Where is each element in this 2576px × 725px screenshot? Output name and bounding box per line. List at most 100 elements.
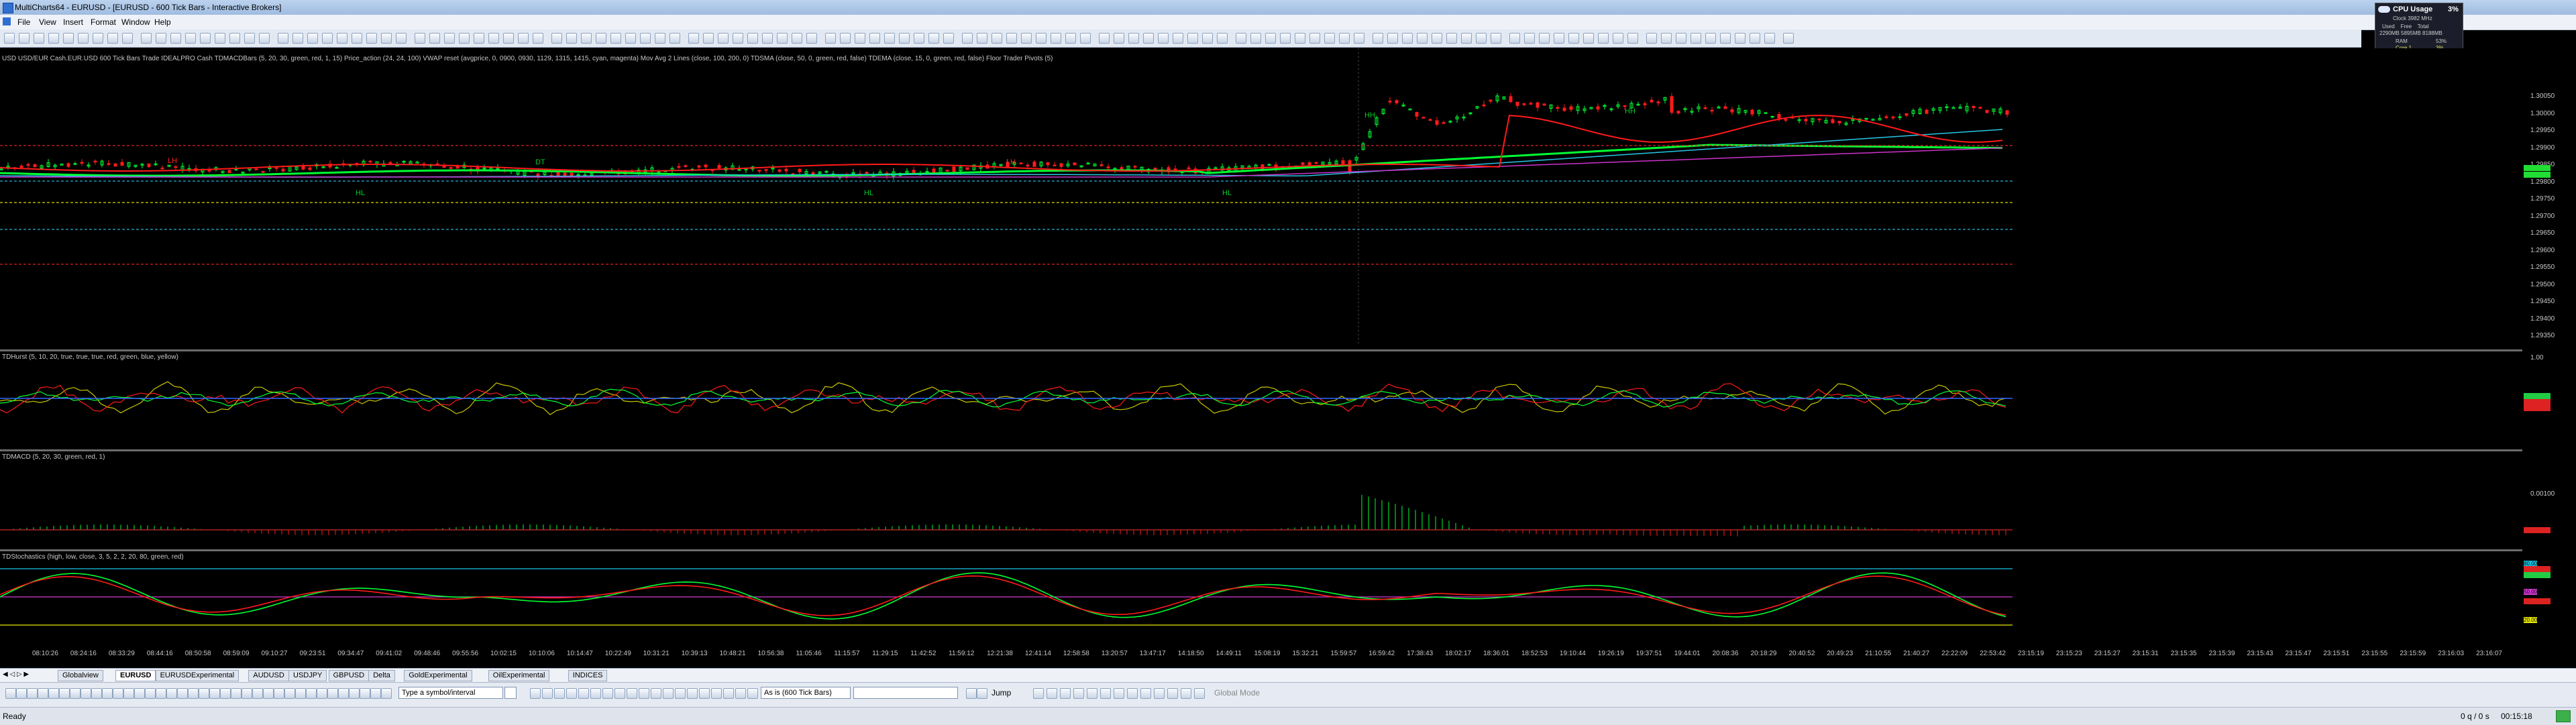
drawing-tool-button[interactable] [5,688,16,699]
drawing-tool-button[interactable] [295,688,306,699]
toolbar-button[interactable] [943,33,954,44]
drawing-tool-button[interactable] [241,688,252,699]
price-axis[interactable]: 1.300501.300001.299501.299001.298501.298… [2522,48,2576,350]
drawing-tool-button[interactable] [590,688,601,699]
toolbar-button[interactable] [581,33,592,44]
drawing-tool-button[interactable] [156,688,166,699]
drawing-tool-button[interactable] [102,688,113,699]
panel-divider[interactable] [0,449,2522,451]
toolbar-button[interactable] [1446,33,1457,44]
drawing-tool-button[interactable] [284,688,295,699]
drawing-tool-button[interactable] [306,688,317,699]
toolbar-button[interactable] [1236,33,1246,44]
drawing-tool-button[interactable] [349,688,360,699]
drawing-tool-button[interactable] [209,688,220,699]
toolbar-button[interactable] [655,33,665,44]
workspace-tab[interactable]: OilExperimental [488,670,550,681]
tdmacd-axis[interactable]: 0.00100 [2522,451,2576,549]
toolbar-button[interactable] [1158,33,1169,44]
toolbar-button[interactable] [688,33,699,44]
drawing-tool-button[interactable] [687,688,698,699]
drawing-tool-button[interactable] [327,688,338,699]
drawing-tool-button[interactable] [578,688,589,699]
toolbar-button[interactable] [1021,33,1032,44]
toolbar-button[interactable] [669,33,680,44]
toolbar-button[interactable] [93,33,103,44]
drawing-tool-button[interactable] [166,688,177,699]
drawing-tool-button[interactable] [1060,688,1071,699]
toolbar-button[interactable] [63,33,74,44]
toolbar-button[interactable] [1676,33,1686,44]
toolbar-button[interactable] [840,33,851,44]
drawing-tool-button[interactable] [220,688,231,699]
toolbar-button[interactable] [1432,33,1442,44]
workspace-tab[interactable]: EURUSDExperimental [155,670,239,681]
toolbar-button[interactable] [1250,33,1261,44]
toolbar-button[interactable] [1735,33,1746,44]
menu-window[interactable]: Window [121,17,150,27]
toolbar-button[interactable] [1583,33,1594,44]
toolbar-button[interactable] [962,33,973,44]
chart-window[interactable]: USD USD/EUR Cash.EUR.USD 600 Tick Bars T… [0,48,2576,652]
drawing-tool-button[interactable] [977,688,987,699]
toolbar-button[interactable] [991,33,1002,44]
toolbar-button[interactable] [1539,33,1550,44]
drawing-tool-button[interactable] [381,688,392,699]
drawing-tool-button[interactable] [1167,688,1178,699]
toolbar-button[interactable] [415,33,425,44]
toolbar-button[interactable] [1568,33,1579,44]
toolbar-button[interactable] [503,33,514,44]
workspace-tab[interactable]: Globalview [58,670,103,681]
toolbar-button[interactable] [762,33,773,44]
drawing-tool-button[interactable] [199,688,209,699]
drawing-tool-button[interactable] [627,688,637,699]
toolbar-button[interactable] [928,33,939,44]
drawing-tool-button[interactable] [1194,688,1205,699]
menu-format[interactable]: Format [91,17,116,27]
toolbar-button[interactable] [733,33,743,44]
toolbar-button[interactable] [429,33,440,44]
drawing-tool-button[interactable] [70,688,80,699]
drawing-tool-button[interactable] [177,688,188,699]
toolbar-button[interactable] [914,33,924,44]
symbol-input[interactable]: Type a symbol/interval [398,687,503,699]
toolbar-button[interactable] [19,33,30,44]
drawing-tool-button[interactable] [123,688,134,699]
toolbar-button[interactable] [292,33,303,44]
toolbar-button[interactable] [640,33,651,44]
toolbar-button[interactable] [518,33,529,44]
toolbar-button[interactable] [1783,33,1794,44]
toolbar-button[interactable] [899,33,910,44]
panel-divider[interactable] [0,549,2522,551]
toolbar-button[interactable] [1613,33,1623,44]
tab-scroll-arrows[interactable]: ◀ ◁ ▷ ▶ [3,671,29,678]
toolbar-button[interactable] [1354,33,1364,44]
toolbar-button[interactable] [1750,33,1760,44]
toolbar-button[interactable] [610,33,621,44]
toolbar-button[interactable] [1324,33,1335,44]
drawing-tool-button[interactable] [542,688,553,699]
drawing-tool-button[interactable] [263,688,274,699]
time-axis[interactable]: 08:10:26 08:24:16 08:33:29 08:44:16 08:50:58… [0,649,2522,659]
workspace-tab[interactable]: INDICES [568,670,608,681]
toolbar-button[interactable] [1202,33,1213,44]
toolbar-button[interactable] [444,33,455,44]
toolbar-button[interactable] [1690,33,1701,44]
toolbar-button[interactable] [307,33,318,44]
drawing-tool-button[interactable] [274,688,284,699]
toolbar-button[interactable] [1554,33,1564,44]
toolbar-button[interactable] [1627,33,1638,44]
drawing-tool-button[interactable] [747,688,758,699]
toolbar-button[interactable] [1339,33,1350,44]
global-mode-button[interactable]: Global Mode [1214,688,1260,698]
drawing-tool-button[interactable] [1100,688,1111,699]
drawing-tool-button[interactable] [1033,688,1044,699]
toolbar-button[interactable] [625,33,636,44]
drawing-tool-button[interactable] [1114,688,1124,699]
toolbar-button[interactable] [869,33,880,44]
toolbar-button[interactable] [215,33,225,44]
drawing-tool-button[interactable] [711,688,722,699]
drawing-tool-button[interactable] [252,688,263,699]
toolbar-button[interactable] [366,33,377,44]
toolbar-button[interactable] [1417,33,1428,44]
